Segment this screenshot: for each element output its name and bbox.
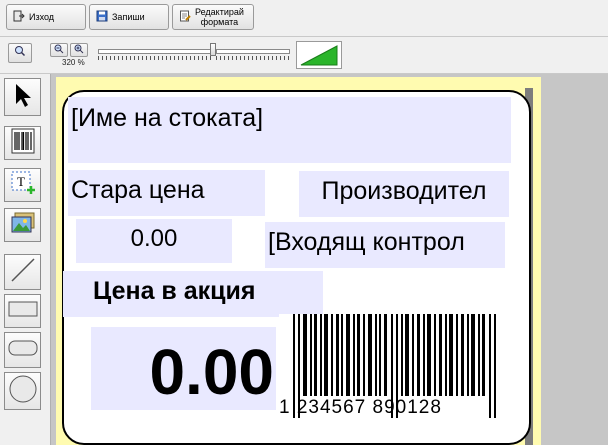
design-canvas[interactable]: [Име на стоката] Стара цена Производител… bbox=[51, 74, 608, 445]
save-button[interactable]: Запиши bbox=[89, 4, 169, 30]
floppy-disk-icon bbox=[96, 10, 108, 24]
line-tool-button[interactable] bbox=[4, 254, 41, 290]
manufacturer-field[interactable]: Производител bbox=[299, 171, 509, 217]
rectangle-icon bbox=[8, 300, 38, 323]
old-price-value-field[interactable]: 0.00 bbox=[76, 219, 232, 263]
text-tool-button[interactable]: T bbox=[4, 168, 41, 202]
promo-price-value-field[interactable]: 0.00 bbox=[91, 327, 276, 410]
zoom-out-button[interactable] bbox=[50, 43, 68, 57]
old-price-label-field[interactable]: Стара цена bbox=[68, 170, 265, 216]
edit-format-line2: формата bbox=[200, 17, 239, 27]
rounded-rectangle-tool-button[interactable] bbox=[4, 332, 41, 368]
size-slider[interactable] bbox=[216, 41, 290, 63]
incoming-control-field[interactable]: [Входящ контрол bbox=[265, 222, 505, 268]
volume-level-control[interactable] bbox=[296, 41, 342, 69]
edit-format-label: Редактирай формата bbox=[195, 7, 244, 27]
promo-price-label-field[interactable]: Цена в акция bbox=[63, 271, 323, 317]
zoom-out-icon bbox=[54, 41, 64, 59]
select-tool-button[interactable] bbox=[4, 78, 41, 116]
zoom-in-icon bbox=[74, 41, 84, 59]
zoom-in-button[interactable] bbox=[70, 43, 88, 57]
arrow-cursor-icon bbox=[12, 82, 34, 113]
barcode-icon bbox=[11, 128, 35, 159]
volume-triangle-icon bbox=[297, 45, 341, 72]
edit-format-button[interactable]: Редактирай формата bbox=[172, 4, 254, 30]
exit-label: Изход bbox=[29, 12, 55, 22]
barcode-tool-button[interactable] bbox=[4, 126, 41, 160]
tools-sidebar: T bbox=[0, 74, 51, 445]
zoom-slider[interactable] bbox=[98, 41, 216, 63]
zoom-level-text: 320 % bbox=[62, 58, 85, 67]
barcode-human-readable: 1 234567 890128 bbox=[279, 397, 442, 418]
product-name-field[interactable]: [Име на стоката] bbox=[68, 97, 511, 163]
exit-button[interactable]: Изход bbox=[6, 4, 86, 30]
ellipse-tool-button[interactable] bbox=[4, 372, 41, 410]
edit-page-icon bbox=[179, 10, 191, 24]
svg-text:T: T bbox=[17, 174, 25, 189]
exit-icon bbox=[13, 10, 25, 24]
image-tool-button[interactable] bbox=[4, 208, 41, 242]
zoom-fit-button[interactable] bbox=[8, 43, 32, 63]
text-insert-icon: T bbox=[10, 170, 36, 201]
circle-icon bbox=[8, 374, 38, 409]
picture-icon bbox=[10, 211, 36, 240]
save-label: Запиши bbox=[112, 12, 145, 22]
main-toolbar: Изход Запиши Редактирай формата bbox=[0, 0, 608, 37]
line-icon bbox=[9, 256, 37, 289]
rounded-rectangle-icon bbox=[8, 339, 38, 362]
magnifier-icon bbox=[14, 44, 26, 62]
barcode-element[interactable]: 1 234567 890128 bbox=[279, 314, 509, 419]
edit-format-line1: Редактирай bbox=[195, 7, 244, 17]
rectangle-tool-button[interactable] bbox=[4, 294, 41, 328]
